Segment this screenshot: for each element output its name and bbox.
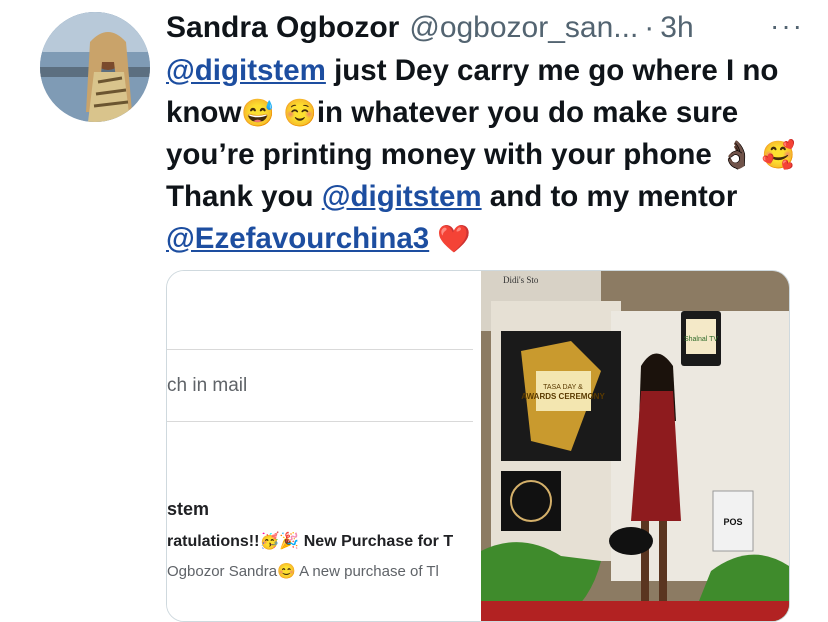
search-mail-text: ch in mail (167, 375, 248, 396)
awards-banner-sub: TASA DAY & (543, 384, 583, 391)
event-photo-drawing: TASA DAY & AWARDS CEREMONY Shalnal TV Di… (481, 271, 789, 621)
tweet-header: Sandra Ogbozor @ogbozor_san... · 3h (166, 8, 808, 48)
tweet-text-part: Thank you (166, 180, 322, 213)
sweat-smile-emoji-icon: 😅 (241, 98, 276, 128)
avatar-image (40, 12, 150, 122)
tweet-text-part: and to my mentor (481, 180, 738, 213)
author-handle[interactable]: @ogbozor_san... (409, 11, 638, 45)
email-sender: stem (167, 499, 210, 519)
ok-hand-emoji-icon: 👌🏿 (719, 140, 754, 170)
event-photo-image[interactable]: TASA DAY & AWARDS CEREMONY Shalnal TV Di… (481, 271, 789, 621)
tweet-media[interactable]: ch in mail stem ratulations!!🥳🎉 New Purc… (166, 270, 790, 622)
mention-link[interactable]: @digitstem (322, 180, 482, 213)
email-screenshot-image[interactable]: ch in mail stem ratulations!!🥳🎉 New Purc… (167, 271, 477, 621)
more-options-icon[interactable]: ··· (770, 10, 804, 42)
store-sign-text: Didi's Sto (503, 275, 539, 285)
red-heart-emoji-icon: ❤️ (437, 224, 472, 254)
awards-banner-title: AWARDS CEREMONY (521, 392, 605, 401)
pos-sign-text: POS (723, 517, 742, 527)
mention-link[interactable]: @Ezefavourchina3 (166, 222, 429, 255)
author-avatar[interactable] (40, 12, 150, 122)
divider (167, 349, 473, 350)
timestamp[interactable]: 3h (660, 11, 693, 45)
separator-dot: · (644, 11, 655, 44)
author-name[interactable]: Sandra Ogbozor (166, 11, 399, 45)
tweet-body: @digitstem just Dey carry me go where I … (166, 50, 806, 260)
tv-sign-text: Shalnal TV (684, 336, 718, 343)
smiling-hearts-emoji-icon: 🥰 (761, 140, 796, 170)
relaxed-emoji-icon: ☺️ (283, 98, 317, 128)
email-subject: ratulations!!🥳🎉 New Purchase for T (167, 533, 454, 550)
email-preview: Ogbozor Sandra😊 A new purchase of Tl (167, 563, 439, 580)
divider (167, 421, 473, 422)
mention-link[interactable]: @digitstem (166, 54, 326, 87)
